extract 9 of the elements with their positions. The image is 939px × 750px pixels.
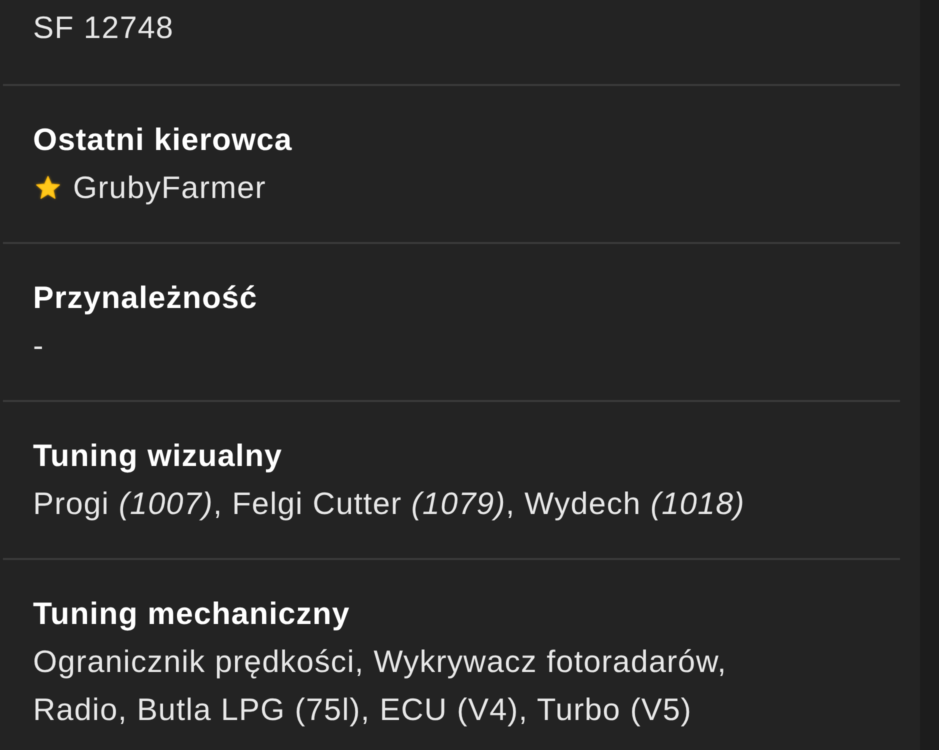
field-value: - xyxy=(33,327,44,365)
field-label: Tuning mechaniczny xyxy=(33,595,351,633)
field-value: SF 12748 xyxy=(33,9,174,47)
field-value: GrubyFarmer xyxy=(73,169,266,207)
field-label: Ostatni kierowca xyxy=(33,121,294,159)
field-value: Ogranicznik prędkości, Wykrywacz fotoradarów, Radio, Butla LPG (75l), ECU (V4), Turbo (V5) xyxy=(33,643,728,729)
field-value: Progi (1007), Felgi Cutter (1079), Wydech (1018) xyxy=(33,485,745,523)
field-label: Przynależność xyxy=(33,279,258,317)
field-label: Tuning wizualny xyxy=(33,437,284,475)
